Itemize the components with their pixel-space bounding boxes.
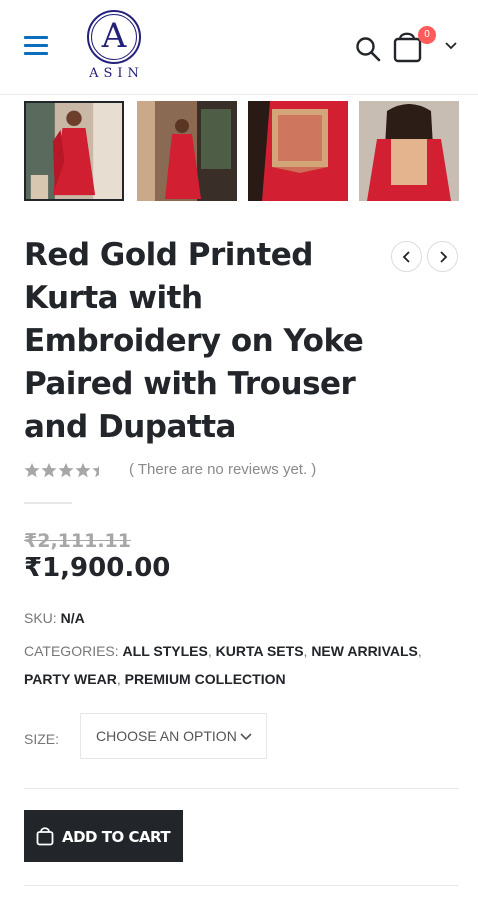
star-icon bbox=[24, 463, 40, 478]
divider bbox=[24, 502, 72, 504]
logo-letter: A bbox=[101, 16, 127, 56]
size-select[interactable]: CHOOSE AN OPTION bbox=[80, 713, 267, 759]
categories-row-continued: Party Wear, Premium Collection bbox=[24, 671, 286, 687]
chevron-left-icon bbox=[402, 251, 410, 263]
star-icon bbox=[41, 463, 57, 478]
size-label: SIZE: bbox=[24, 731, 60, 747]
chevron-down-icon bbox=[240, 733, 252, 741]
product-thumbnail[interactable] bbox=[24, 101, 124, 201]
category-link[interactable]: Party Wear bbox=[24, 671, 117, 687]
category-link[interactable]: Premium Collection bbox=[125, 671, 286, 687]
categories-label: CATEGORIES: bbox=[24, 643, 119, 659]
reviews-link[interactable]: ( There are no reviews yet. ) bbox=[129, 461, 316, 478]
star-icon bbox=[58, 463, 74, 478]
product-title: Red Gold Printed Kurta with Embroidery o… bbox=[24, 237, 364, 445]
add-to-cart-button[interactable]: ADD TO CART bbox=[24, 810, 183, 862]
categories-row: CATEGORIES: All Styles, Kurta Sets, New … bbox=[24, 643, 422, 659]
prev-product-button[interactable] bbox=[391, 241, 422, 272]
star-icon bbox=[92, 463, 99, 478]
shopping-bag-icon bbox=[36, 827, 54, 846]
site-header: A ASIN 0 bbox=[0, 0, 478, 95]
sku-row: SKU: N/A bbox=[24, 610, 85, 626]
search-icon[interactable] bbox=[355, 36, 381, 62]
hamburger-menu-icon[interactable] bbox=[24, 36, 48, 56]
chevron-down-icon[interactable] bbox=[444, 40, 458, 52]
product-thumbnails bbox=[24, 101, 464, 201]
product-thumbnail[interactable] bbox=[248, 101, 348, 201]
chevron-right-icon bbox=[440, 251, 448, 263]
current-price: ₹1,900.00 bbox=[24, 553, 171, 583]
cart-count-badge: 0 bbox=[418, 26, 436, 44]
size-select-value: CHOOSE AN OPTION bbox=[96, 728, 237, 744]
category-link[interactable]: New Arrivals bbox=[311, 643, 418, 659]
old-price: ₹2,111.11 bbox=[24, 530, 131, 552]
product-thumbnail[interactable] bbox=[137, 101, 237, 201]
star-icon bbox=[75, 463, 91, 478]
category-link[interactable]: Kurta Sets bbox=[216, 643, 304, 659]
divider bbox=[24, 885, 458, 886]
sku-label: SKU: bbox=[24, 610, 57, 626]
sku-value: N/A bbox=[60, 610, 85, 626]
divider bbox=[24, 788, 458, 789]
site-logo[interactable]: A ASIN bbox=[82, 10, 146, 82]
next-product-button[interactable] bbox=[427, 241, 458, 272]
category-link[interactable]: All Styles bbox=[123, 643, 208, 659]
logo-text: ASIN bbox=[89, 66, 144, 81]
product-thumbnail[interactable] bbox=[359, 101, 459, 201]
add-to-cart-label: ADD TO CART bbox=[62, 828, 171, 846]
star-rating bbox=[24, 463, 99, 478]
